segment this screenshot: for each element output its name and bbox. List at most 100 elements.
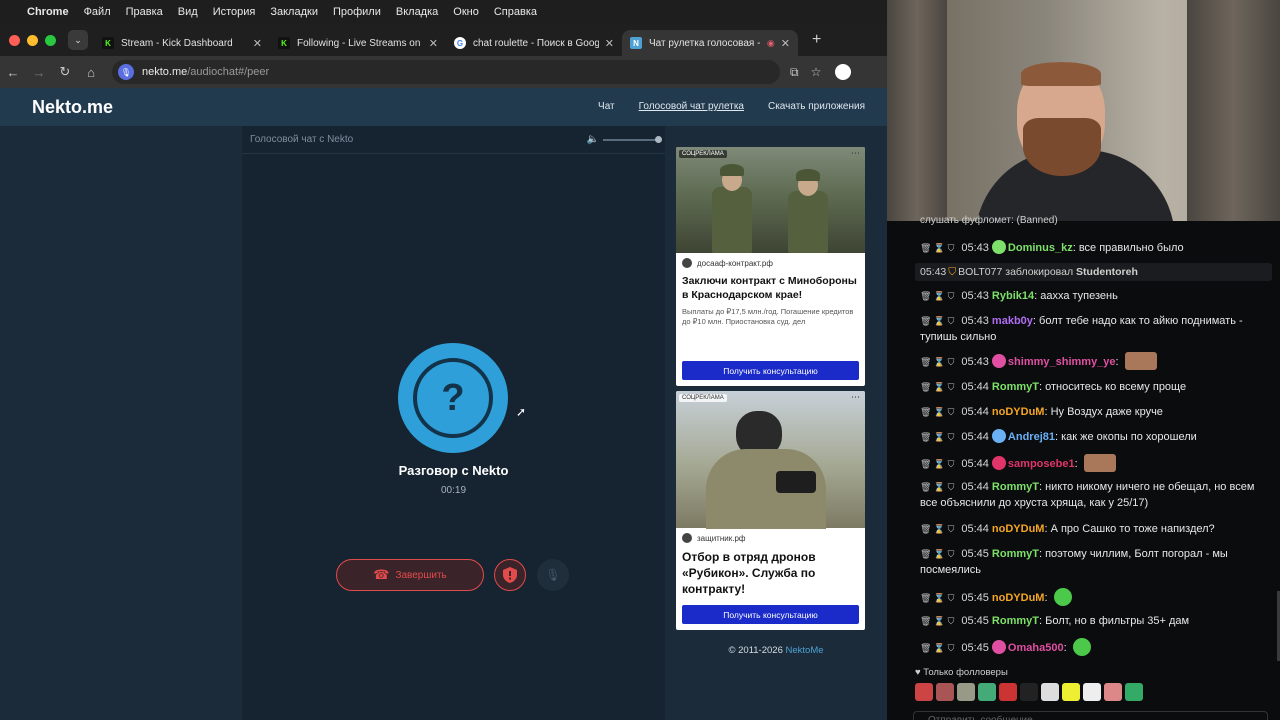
- mod-actions-icon[interactable]: 🗑 ⌛ ⛉: [920, 432, 954, 442]
- mod-actions-icon[interactable]: 🗑 ⌛ ⛉: [920, 616, 954, 626]
- tab-google-search[interactable]: G chat roulette - Поиск в Googl ✕: [446, 30, 622, 56]
- close-tab-icon[interactable]: ✕: [605, 37, 614, 50]
- copyright-link[interactable]: NektoMe: [786, 645, 824, 656]
- message-username[interactable]: RommyT: [992, 481, 1039, 493]
- mod-actions-icon[interactable]: 🗑 ⌛ ⛉: [920, 593, 954, 603]
- tab-kick-following[interactable]: K Following - Live Streams on Ki ✕: [270, 30, 446, 56]
- message-username[interactable]: Rybik14: [992, 290, 1034, 302]
- address-bar[interactable]: 🎙 nekto.me/audiochat#/peer: [112, 60, 780, 84]
- ad-cta-button[interactable]: Получить консультацию: [682, 605, 859, 624]
- banned-user[interactable]: Studentoreh: [1076, 266, 1138, 278]
- close-tab-icon[interactable]: ✕: [781, 37, 790, 50]
- emote-icon[interactable]: [936, 683, 954, 701]
- message-username[interactable]: noDYDuM: [992, 523, 1045, 535]
- message-username[interactable]: shimmy_shimmy_ye: [1008, 356, 1116, 368]
- install-app-icon[interactable]: ⧉: [790, 65, 799, 80]
- new-tab-plus-icon[interactable]: +: [812, 31, 821, 49]
- emote-icon[interactable]: [1062, 683, 1080, 701]
- message-username[interactable]: Dominus_kz: [1008, 242, 1073, 254]
- chat-input[interactable]: Отправить сообщение: [913, 711, 1268, 720]
- menu-profiles[interactable]: Профили: [333, 6, 381, 18]
- end-call-button[interactable]: ☎ Завершить: [336, 559, 484, 591]
- ad-more-icon[interactable]: ⋯: [851, 148, 860, 159]
- message-username[interactable]: Omaha500: [1008, 642, 1064, 654]
- mod-actions-icon[interactable]: 🗑 ⌛ ⛉: [920, 482, 954, 492]
- volume-slider[interactable]: [603, 135, 662, 143]
- emote-icon[interactable]: [1083, 683, 1101, 701]
- emote-icon[interactable]: [1020, 683, 1038, 701]
- browser-tab-strip: ⌄ K Stream - Kick Dashboard ✕ K Followin…: [0, 24, 887, 56]
- tab-nekto-active[interactable]: N Чат рулетка голосовая - ◉ ✕: [622, 30, 798, 56]
- close-tab-icon[interactable]: ✕: [429, 37, 438, 50]
- mod-actions-icon[interactable]: 🗑 ⌛ ⛉: [920, 524, 954, 534]
- home-icon[interactable]: ⌂: [78, 65, 104, 80]
- ad-card[interactable]: СОЦРЕКЛАМА ⋯ досааф-контракт.рф Заключи …: [676, 147, 865, 386]
- emote-icon[interactable]: [978, 683, 996, 701]
- message-username[interactable]: Andrej81: [1008, 431, 1055, 443]
- mod-actions-icon[interactable]: 🗑 ⌛ ⛉: [920, 382, 954, 392]
- microphone-button[interactable]: 🎙: [537, 559, 569, 591]
- ad-card[interactable]: СОЦРЕКЛАМА ⋯ защитник.рф Отбор в отряд д…: [676, 391, 865, 630]
- volume-knob[interactable]: [655, 135, 662, 143]
- message-text: : как же окопы по хорошели: [1055, 431, 1197, 443]
- message-username[interactable]: noDYDuM: [992, 406, 1045, 418]
- volume-control[interactable]: 🔈: [587, 134, 662, 145]
- menu-app-name[interactable]: Chrome: [27, 6, 69, 18]
- mod-actions-icon[interactable]: 🗑 ⌛ ⛉: [920, 291, 954, 301]
- menu-view[interactable]: Вид: [178, 6, 198, 18]
- emote-icon[interactable]: [915, 683, 933, 701]
- message-username[interactable]: noDYDuM: [992, 592, 1045, 604]
- moderator-name[interactable]: BOLT077: [958, 266, 1002, 278]
- menu-history[interactable]: История: [213, 6, 256, 18]
- mod-actions-icon[interactable]: 🗑 ⌛ ⛉: [920, 243, 954, 253]
- report-button[interactable]: [494, 559, 526, 591]
- tab-search-chevron-icon[interactable]: ⌄: [68, 30, 88, 50]
- message-username[interactable]: makb0y: [992, 315, 1033, 327]
- message-username[interactable]: RommyT: [992, 381, 1039, 393]
- message-username[interactable]: RommyT: [992, 615, 1039, 627]
- maximize-window-button[interactable]: [45, 34, 56, 46]
- menu-edit[interactable]: Правка: [126, 6, 163, 18]
- mod-actions-icon[interactable]: 🗑 ⌛ ⛉: [920, 407, 954, 417]
- menu-bookmarks[interactable]: Закладки: [270, 6, 318, 18]
- nav-download-apps[interactable]: Скачать приложения: [768, 101, 865, 112]
- mod-actions-icon[interactable]: 🗑 ⌛ ⛉: [920, 643, 954, 653]
- menu-tab[interactable]: Вкладка: [396, 6, 438, 18]
- menu-file[interactable]: Файл: [84, 6, 111, 18]
- mod-actions-icon[interactable]: 🗑 ⌛ ⛉: [920, 316, 954, 326]
- message-username[interactable]: RommyT: [992, 548, 1039, 560]
- profile-avatar[interactable]: [835, 64, 852, 80]
- site-logo[interactable]: Nekto.me: [32, 97, 113, 118]
- back-arrow-icon[interactable]: ←: [0, 65, 26, 80]
- mod-actions-icon[interactable]: 🗑 ⌛ ⛉: [920, 459, 954, 469]
- site-info-microphone-icon[interactable]: 🎙: [118, 64, 134, 80]
- ad-more-icon[interactable]: ⋯: [851, 392, 860, 403]
- tab-title: chat roulette - Поиск в Googl: [473, 37, 599, 49]
- menu-window[interactable]: Окно: [453, 6, 479, 18]
- emote-icon[interactable]: [1125, 683, 1143, 701]
- mod-actions-icon[interactable]: 🗑 ⌛ ⛉: [920, 549, 954, 559]
- minimize-window-button[interactable]: [27, 34, 38, 46]
- chat-message: 🗑 ⌛ ⛉ 05:43 Dominus_kz: все правильно было: [920, 240, 1270, 256]
- nav-voice-chat[interactable]: Голосовой чат рулетка: [639, 101, 744, 112]
- emote-icon[interactable]: [1104, 683, 1122, 701]
- mod-actions-icon[interactable]: 🗑 ⌛ ⛉: [920, 357, 954, 367]
- kick-icon: K: [102, 37, 114, 49]
- forward-arrow-icon[interactable]: →: [26, 65, 52, 80]
- ad-cta-button[interactable]: Получить консультацию: [682, 361, 859, 380]
- nav-chat[interactable]: Чат: [598, 101, 615, 112]
- shield-icon: [503, 567, 517, 583]
- bookmark-star-icon[interactable]: ☆: [811, 65, 822, 79]
- speaker-icon[interactable]: 🔈: [587, 134, 599, 145]
- close-tab-icon[interactable]: ✕: [253, 37, 262, 50]
- menu-help[interactable]: Справка: [494, 6, 537, 18]
- audio-playing-icon[interactable]: ◉: [767, 38, 775, 49]
- emote-icon[interactable]: [957, 683, 975, 701]
- message-username[interactable]: samposebe1: [1008, 458, 1075, 470]
- emote-icon[interactable]: [999, 683, 1017, 701]
- reload-icon[interactable]: ↻: [52, 64, 78, 80]
- emote-icon[interactable]: [1041, 683, 1059, 701]
- tab-kick-dashboard[interactable]: K Stream - Kick Dashboard ✕: [94, 30, 270, 56]
- message-time: 05:43: [961, 315, 989, 327]
- close-window-button[interactable]: [9, 34, 20, 46]
